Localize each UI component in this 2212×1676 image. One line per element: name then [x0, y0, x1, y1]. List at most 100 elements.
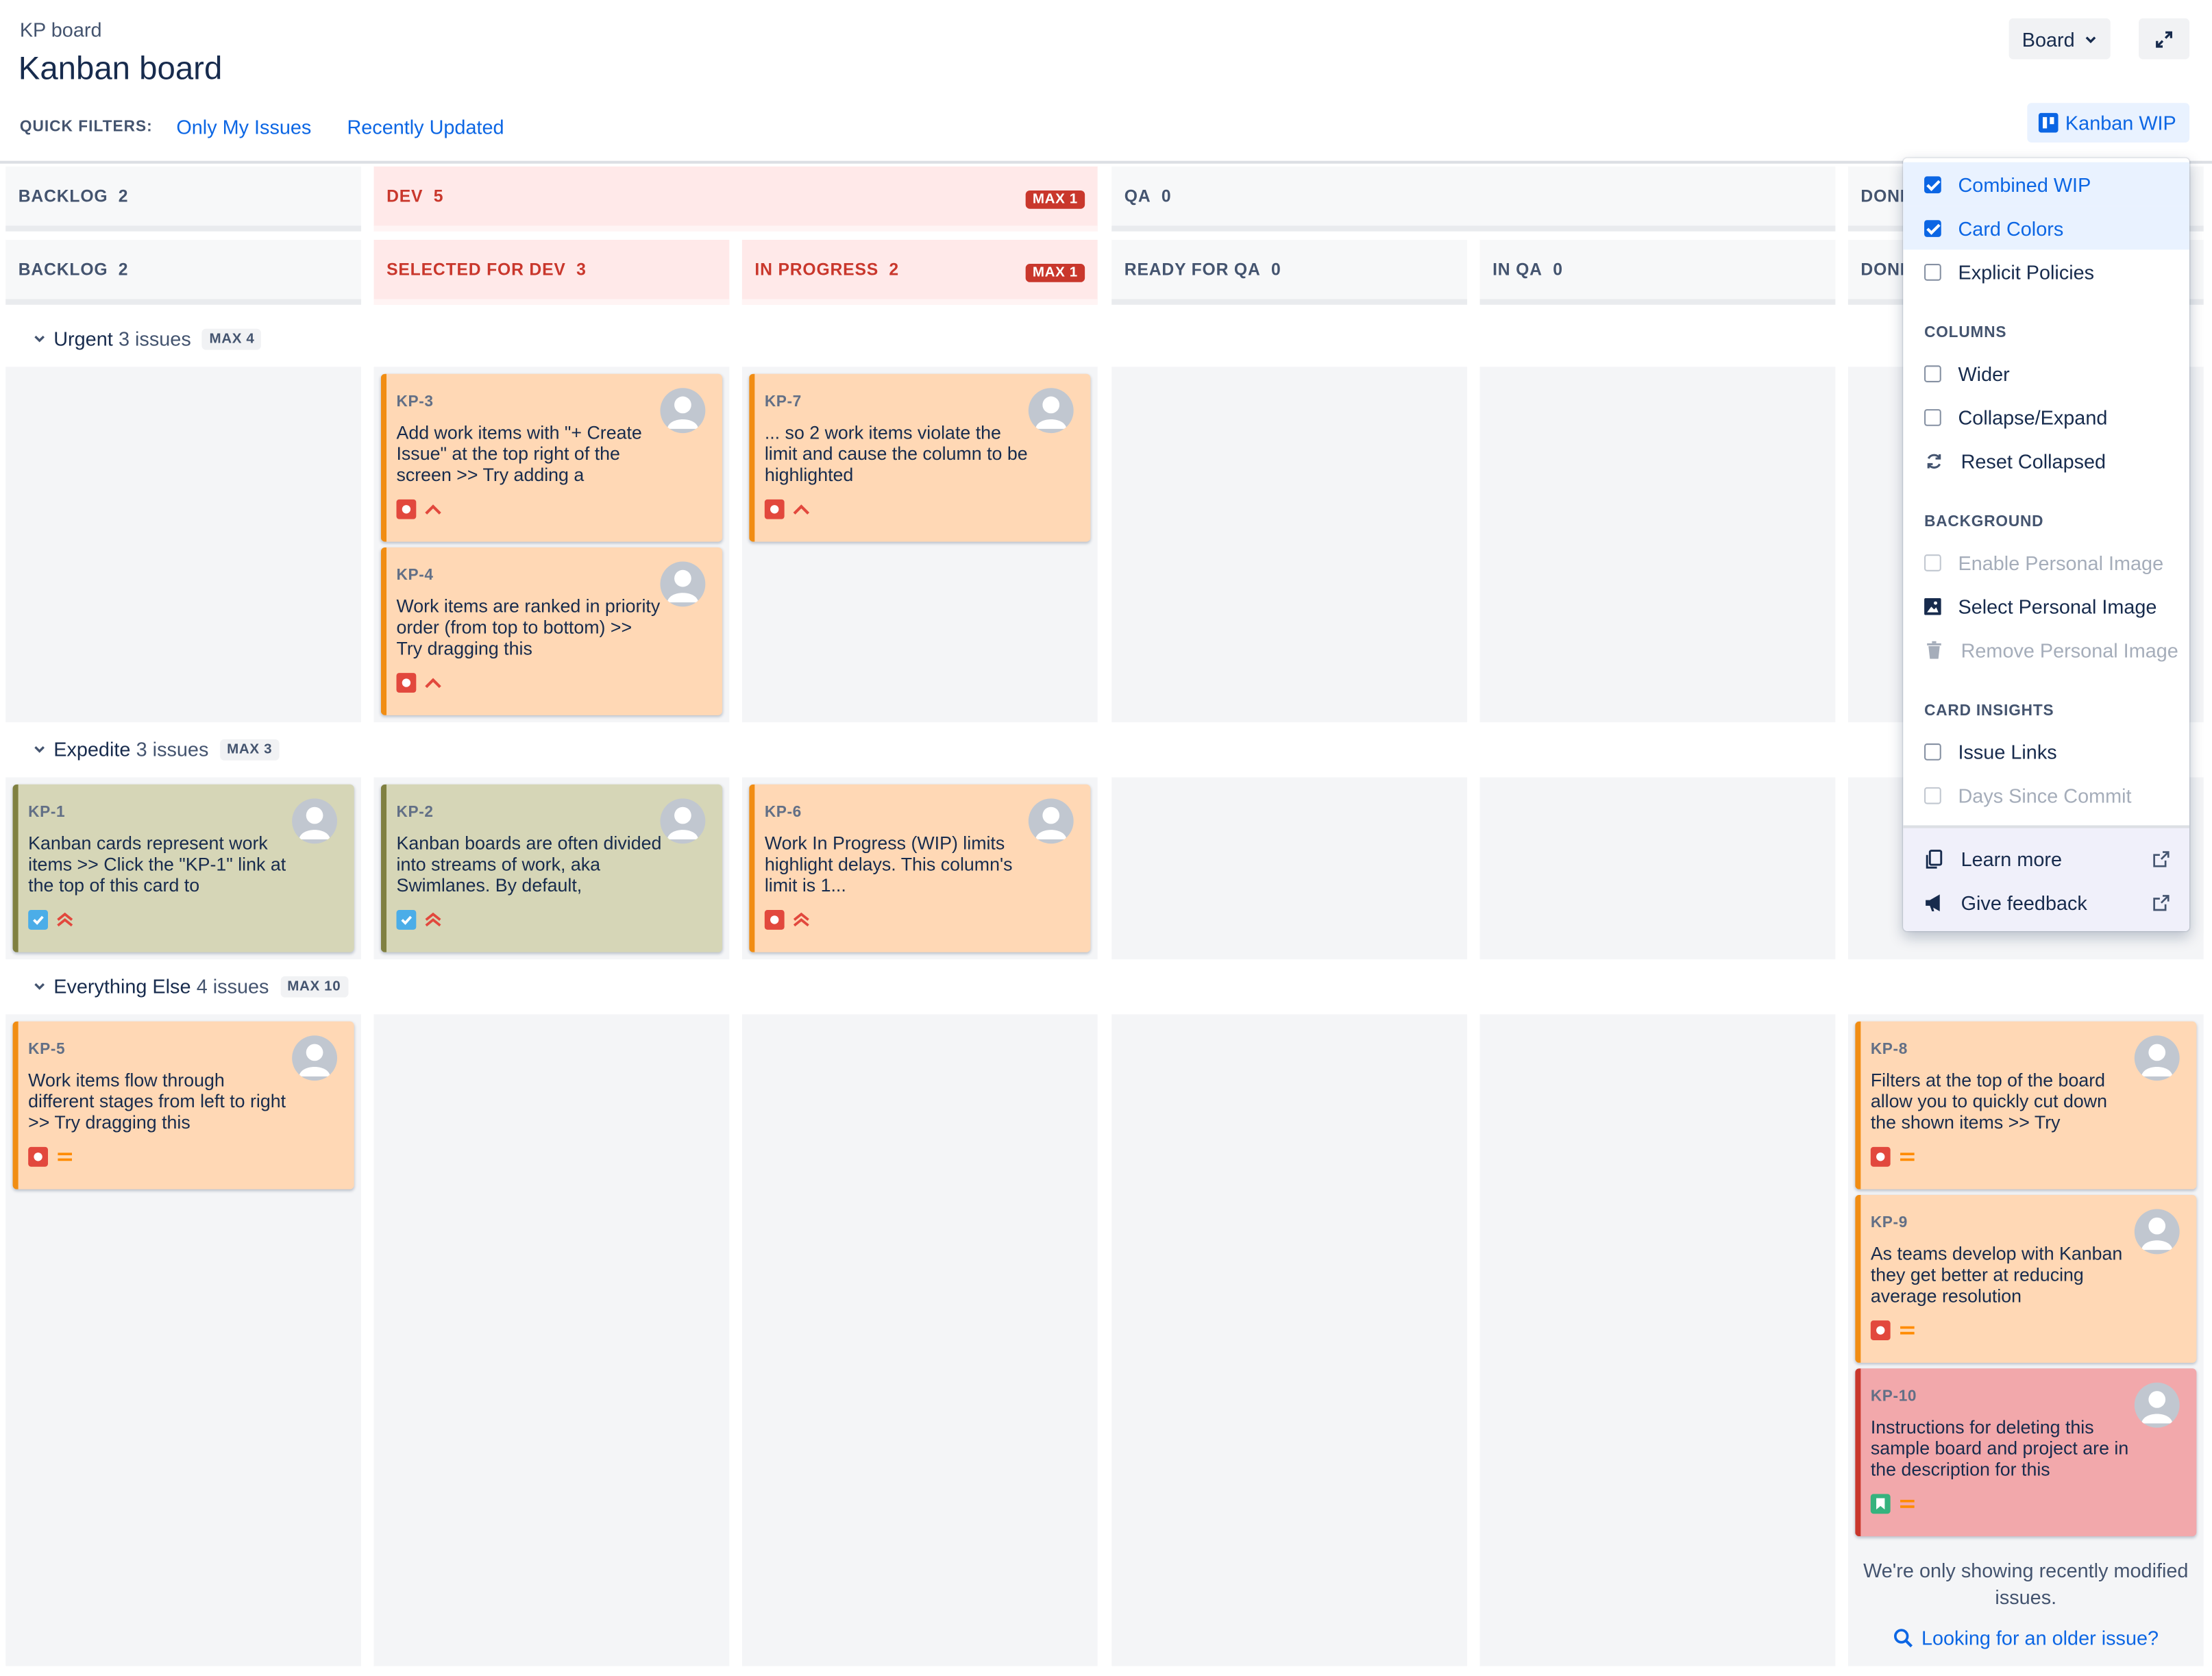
menu-footer: Learn more Give feedback — [1903, 825, 2190, 931]
checkbox-unchecked[interactable] — [1924, 408, 1941, 426]
menu-section-columns: COLUMNS — [1924, 324, 2007, 342]
menu-item-card-colors[interactable]: Card Colors — [1903, 206, 2190, 250]
quick-filter-recently-updated[interactable]: Recently Updated — [347, 116, 504, 138]
bug-icon — [764, 909, 785, 930]
issue-key-link[interactable]: KP-8 — [1871, 1041, 1908, 1058]
menu-item-remove-personal-image: Remove Personal Image — [1903, 628, 2189, 671]
issue-key-link[interactable]: KP-9 — [1871, 1215, 1908, 1232]
issue-summary: Kanban cards represent work items >> Cli… — [28, 832, 286, 896]
issue-card-kp-5[interactable]: KP-5 Work items flow through different s… — [12, 1021, 354, 1190]
external-link-icon — [2153, 850, 2170, 867]
issue-summary: ... so 2 work items violate the limit an… — [764, 421, 1028, 486]
menu-item-collapse-expand[interactable]: Collapse/Expand — [1903, 395, 2189, 439]
subcolumn-header-in-qa[interactable]: IN QA 0 — [1479, 240, 1836, 305]
issue-card-kp-4[interactable]: KP-4 Work items are ranked in priority o… — [380, 547, 723, 715]
column-header-qa[interactable]: QA 0 — [1111, 166, 1836, 232]
avatar[interactable] — [2134, 1209, 2180, 1255]
board-button-label: Board — [2021, 27, 2075, 51]
avatar[interactable] — [2134, 1382, 2180, 1428]
chevron-down-icon[interactable] — [31, 978, 48, 995]
subcolumn-header-selected-for-dev[interactable]: SELECTED FOR DEV 3 — [373, 240, 730, 305]
column-header-dev[interactable]: DEV 5 MAX 1 — [373, 166, 1098, 232]
swimlane-cell — [5, 367, 362, 723]
priority-medium-icon — [1900, 1326, 1915, 1335]
avatar[interactable] — [660, 388, 706, 434]
swimlane-max-badge: MAX 3 — [219, 738, 280, 760]
menu-item-combined-wip[interactable]: Combined WIP — [1903, 162, 2190, 206]
copy-doc-icon — [1926, 849, 1943, 868]
priority-highest-icon — [57, 912, 73, 927]
swimlane-cell — [1111, 777, 1468, 960]
subcolumn-header-in-progress[interactable]: IN PROGRESS 2 MAX 1 — [741, 240, 1098, 305]
task-icon — [396, 909, 417, 930]
swimlane-header-expedite[interactable]: Expedite 3 issues MAX 3 — [31, 738, 280, 761]
priority-highest-icon — [425, 912, 441, 927]
issue-key-link[interactable]: KP-2 — [396, 804, 433, 822]
trash-icon — [1927, 640, 1941, 658]
menu-item-issue-links[interactable]: Issue Links — [1903, 729, 2189, 773]
chevron-down-icon[interactable] — [31, 330, 48, 347]
column-header-backlog[interactable]: BACKLOG 2 — [5, 166, 362, 232]
menu-item-days-since-commit: Days Since Commit — [1903, 773, 2189, 817]
menu-item-enable-personal-image: Enable Personal Image — [1903, 541, 2189, 584]
issue-card-kp-1[interactable]: KP-1 Kanban cards represent work items >… — [12, 784, 354, 952]
swimlane-max-badge: MAX 4 — [202, 328, 262, 349]
board-dropdown-button[interactable]: Board — [2008, 18, 2111, 60]
checkbox-disabled — [1924, 786, 1941, 804]
issue-card-kp-8[interactable]: KP-8 Filters at the top of the board all… — [1855, 1021, 2197, 1190]
subcolumn-header-ready-for-qa[interactable]: READY FOR QA 0 — [1111, 240, 1468, 305]
issue-key-link[interactable]: KP-4 — [396, 567, 433, 584]
swimlane-cell — [1479, 367, 1836, 723]
issue-key-link[interactable]: KP-5 — [28, 1041, 65, 1058]
issue-card-kp-6[interactable]: KP-6 Work In Progress (WIP) limits highl… — [749, 784, 1091, 952]
checkbox-unchecked[interactable] — [1924, 262, 1941, 280]
menu-item-learn-more[interactable]: Learn more — [1903, 837, 2189, 880]
avatar[interactable] — [292, 1035, 338, 1081]
checkbox-unchecked[interactable] — [1924, 743, 1941, 760]
avatar[interactable] — [660, 561, 706, 607]
issue-key-link[interactable]: KP-10 — [1871, 1388, 1917, 1405]
swimlane-header-everything-else[interactable]: Everything Else 4 issues MAX 10 — [31, 975, 348, 998]
priority-high-icon — [425, 678, 441, 689]
chevron-down-icon[interactable] — [31, 741, 48, 758]
issue-card-kp-3[interactable]: KP-3 Add work items with "+ Create Issue… — [380, 373, 723, 542]
issue-key-link[interactable]: KP-1 — [28, 804, 65, 822]
avatar[interactable] — [660, 798, 706, 844]
checkbox-unchecked[interactable] — [1924, 365, 1941, 382]
issue-summary: Add work items with "+ Create Issue" at … — [396, 421, 642, 486]
older-issue-link[interactable]: Looking for an older issue? — [1893, 1627, 2159, 1649]
checkbox-checked[interactable] — [1924, 175, 1941, 193]
bug-icon — [1870, 1146, 1891, 1167]
menu-item-reset-collapsed[interactable]: Reset Collapsed — [1903, 439, 2189, 482]
kanban-wip-button[interactable]: Kanban WIP — [2027, 103, 2190, 143]
issue-card-kp-7[interactable]: KP-7 ... so 2 work items violate the lim… — [749, 373, 1091, 542]
swimlane-header-urgent[interactable]: Urgent 3 issues MAX 4 — [31, 328, 262, 350]
swimlane-cell — [1111, 1014, 1468, 1666]
issue-card-kp-9[interactable]: KP-9 As teams develop with Kanban they g… — [1855, 1194, 2197, 1363]
issue-key-link[interactable]: KP-7 — [765, 393, 802, 410]
avatar[interactable] — [2134, 1035, 2180, 1081]
subcolumn-header-backlog[interactable]: BACKLOG 2 — [5, 240, 362, 305]
menu-item-give-feedback[interactable]: Give feedback — [1903, 880, 2189, 924]
priority-medium-icon — [58, 1153, 72, 1161]
menu-item-explicit-policies[interactable]: Explicit Policies — [1903, 249, 2189, 293]
avatar[interactable] — [1028, 798, 1074, 844]
kanban-wip-label: Kanban WIP — [2065, 111, 2176, 134]
issue-card-kp-2[interactable]: KP-2 Kanban boards are often divided int… — [380, 784, 723, 952]
swimlane-cell — [1479, 1014, 1836, 1666]
issue-summary: Work items flow through different stages… — [28, 1069, 286, 1133]
fullscreen-button[interactable] — [2138, 18, 2190, 60]
avatar[interactable] — [1028, 388, 1074, 434]
menu-item-select-personal-image[interactable]: Select Personal Image — [1903, 584, 2189, 628]
wip-max-badge: MAX 1 — [1025, 264, 1085, 282]
issue-summary: Kanban boards are often divided into str… — [396, 832, 662, 896]
quick-filter-only-my-issues[interactable]: Only My Issues — [176, 116, 311, 138]
issue-card-kp-10[interactable]: KP-10 Instructions for deleting this sam… — [1855, 1368, 2197, 1537]
issue-key-link[interactable]: KP-6 — [765, 804, 802, 822]
menu-item-wider[interactable]: Wider — [1903, 352, 2189, 395]
breadcrumb[interactable]: KP board — [20, 19, 102, 41]
issue-key-link[interactable]: KP-3 — [396, 393, 433, 410]
avatar[interactable] — [292, 798, 338, 844]
checkbox-checked[interactable] — [1924, 219, 1941, 236]
bug-icon — [764, 499, 785, 519]
